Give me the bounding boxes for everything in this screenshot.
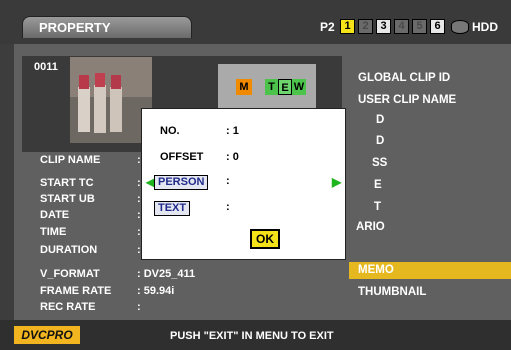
menu-item-thumbnail[interactable]: THUMBNAIL bbox=[358, 286, 426, 298]
slot-4: 4 bbox=[394, 19, 409, 34]
label-start-tc: START TC bbox=[40, 177, 94, 189]
indicator-t: T bbox=[265, 79, 278, 95]
clip-number: 0011 bbox=[34, 61, 58, 73]
clip-thumbnail bbox=[70, 57, 152, 143]
right-arrow-icon[interactable]: ▶ bbox=[332, 175, 341, 189]
menu-item-d2[interactable]: D bbox=[376, 135, 384, 147]
indicator-m: M bbox=[236, 79, 252, 95]
hdd-label: HDD bbox=[472, 20, 498, 34]
dialog-no-value: : 1 bbox=[226, 125, 239, 137]
slot-1: 1 bbox=[340, 19, 355, 34]
menu-item-user-clip-name[interactable]: USER CLIP NAME bbox=[358, 94, 456, 106]
dialog-no-label: NO. bbox=[160, 125, 180, 137]
menu-item-ss[interactable]: SS bbox=[372, 157, 387, 169]
label-clip-name: CLIP NAME bbox=[40, 154, 101, 166]
label-date: DATE bbox=[40, 209, 70, 221]
hdd-icon bbox=[451, 20, 469, 34]
person-value[interactable]: : bbox=[226, 175, 230, 187]
menu-item-e[interactable]: E bbox=[374, 179, 382, 191]
slot-3: 3 bbox=[376, 19, 391, 34]
text-value[interactable]: : bbox=[226, 201, 230, 213]
value-v-format: : DV25_411 bbox=[137, 268, 196, 280]
label-frame-rate: FRAME RATE bbox=[40, 285, 112, 297]
menu-item-memo[interactable]: MEMO bbox=[358, 264, 394, 276]
dialog-offset-value: : 0 bbox=[226, 151, 239, 163]
menu-item-ario[interactable]: ARIO bbox=[356, 221, 385, 233]
slot-2: 2 bbox=[358, 19, 373, 34]
menu-item-global-clip-id[interactable]: GLOBAL CLIP ID bbox=[358, 72, 450, 84]
value-rec-rate: : bbox=[137, 301, 141, 313]
menu-item-d1[interactable]: D bbox=[376, 114, 384, 126]
indicator-e: E bbox=[278, 79, 292, 95]
value-frame-rate: : 59.94i bbox=[137, 285, 175, 297]
menu-item-t[interactable]: T bbox=[374, 201, 381, 213]
label-rec-rate: REC RATE bbox=[40, 301, 96, 313]
slot-5: 5 bbox=[412, 19, 427, 34]
dvcpro-logo: DVCPRO bbox=[14, 326, 80, 344]
tab-property[interactable]: PROPERTY bbox=[22, 16, 192, 38]
dialog-offset-label: OFFSET bbox=[160, 151, 204, 163]
label-v-format: V_FORMAT bbox=[40, 268, 100, 280]
text-button[interactable]: TEXT bbox=[154, 201, 191, 216]
ok-button[interactable]: OK bbox=[250, 229, 280, 249]
label-duration: DURATION bbox=[40, 244, 98, 256]
person-button[interactable]: PERSON bbox=[154, 175, 209, 190]
indicator-w: W bbox=[292, 79, 306, 95]
label-time: TIME bbox=[40, 226, 67, 238]
label-start-ub: START UB bbox=[40, 193, 95, 205]
slot-6: 6 bbox=[430, 19, 445, 34]
p2-label: P2 bbox=[320, 20, 335, 34]
exit-message: PUSH "EXIT" IN MENU TO EXIT bbox=[170, 330, 334, 342]
